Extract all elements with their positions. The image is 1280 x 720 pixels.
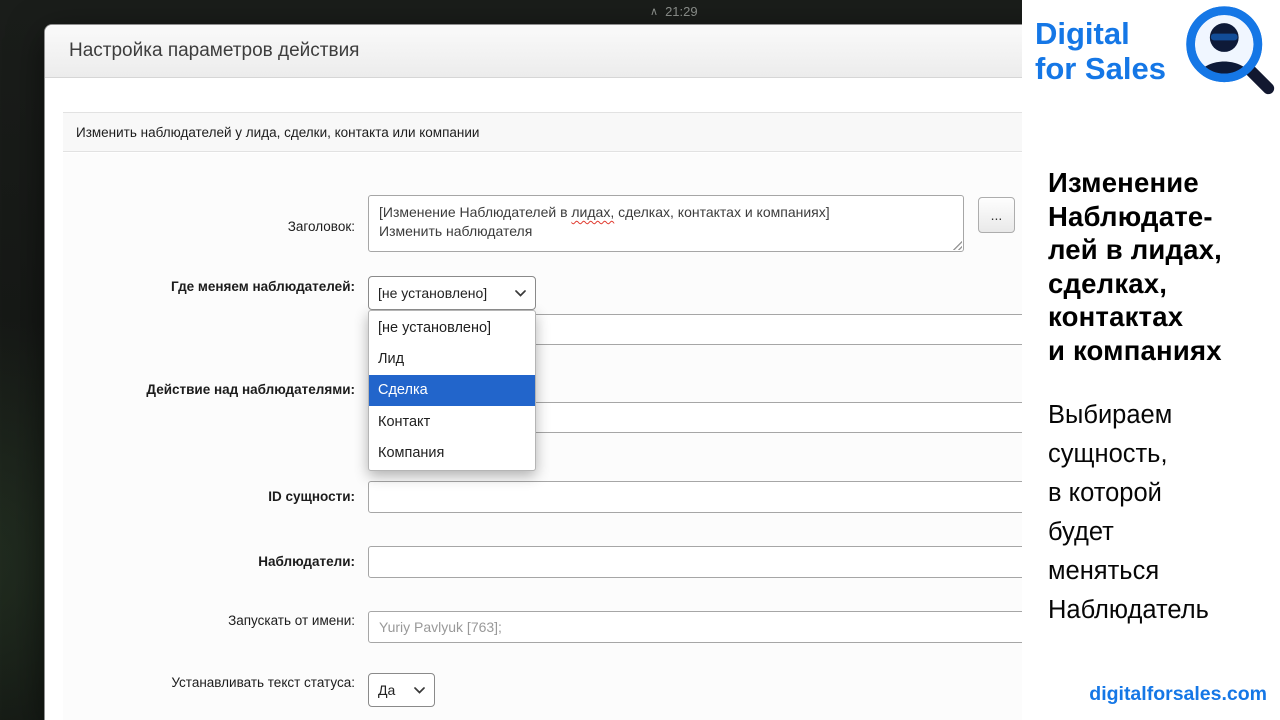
title-text-fragment: [Изменение Наблюдателей в [379,204,572,220]
sidebar-heading: Изменение Наблюдате- лей в лидах, сделка… [1048,167,1222,366]
entity-id-input[interactable] [368,481,1030,513]
title-line1: [Изменение Наблюдателей в лидах, сделках… [379,203,953,222]
title-textarea[interactable]: [Изменение Наблюдателей в лидах, сделках… [368,195,964,252]
entity-select-value: [не установлено] [378,285,488,301]
title-text-fragment: сделках, контактах и компаниях] [614,204,830,220]
entity-id-label: ID сущности: [268,489,355,504]
status-text-select[interactable]: Да [368,673,435,707]
dropdown-option[interactable]: Компания [369,438,535,469]
status-text-label: Устанавливать текст статуса: [171,675,355,690]
observers-label: Наблюдатели: [258,554,355,569]
misspelled-word: лидах, [571,204,615,220]
title-label: Заголовок: [287,219,355,234]
dropdown-option[interactable]: Контакт [369,406,535,437]
promo-sidebar: Digital for Sales Изменение Наблюдате- л… [1022,0,1280,720]
dropdown-option[interactable]: Сделка [369,374,535,407]
more-button[interactable]: ... [978,197,1015,233]
entity-dropdown-list: [не установлено] Лид Сделка Контакт Комп… [368,310,536,471]
dropdown-option[interactable]: [не установлено] [369,312,535,343]
clock-time: 21:29 [665,4,698,19]
sidebar-note: Выбираем сущность, в которой будет менят… [1048,401,1209,624]
brand-name: Digital for Sales [1035,16,1166,86]
dialog-title: Настройка параметров действия [69,40,360,61]
action-label: Действие над наблюдателями: [146,382,355,397]
chevron-down-icon [414,686,425,694]
run-as-label: Запускать от имени: [228,613,355,628]
chevron-up-icon: ∧ [650,6,659,18]
title-line2: Изменить наблюдателя [379,223,533,239]
entity-select[interactable]: [не установлено] [368,276,536,310]
run-as-input[interactable] [368,611,1030,643]
status-select-value: Да [378,682,396,698]
chevron-down-icon [515,289,526,297]
taskbar-clock: ∧ 21:29 [650,4,698,19]
entity-label: Где меняем наблюдателей: [170,279,355,294]
brand-logo-magnifier-icon [1186,6,1275,95]
observers-input[interactable] [368,546,1030,578]
dropdown-option[interactable]: Лид [369,343,535,374]
website-url: digitalforsales.com [1089,683,1267,705]
